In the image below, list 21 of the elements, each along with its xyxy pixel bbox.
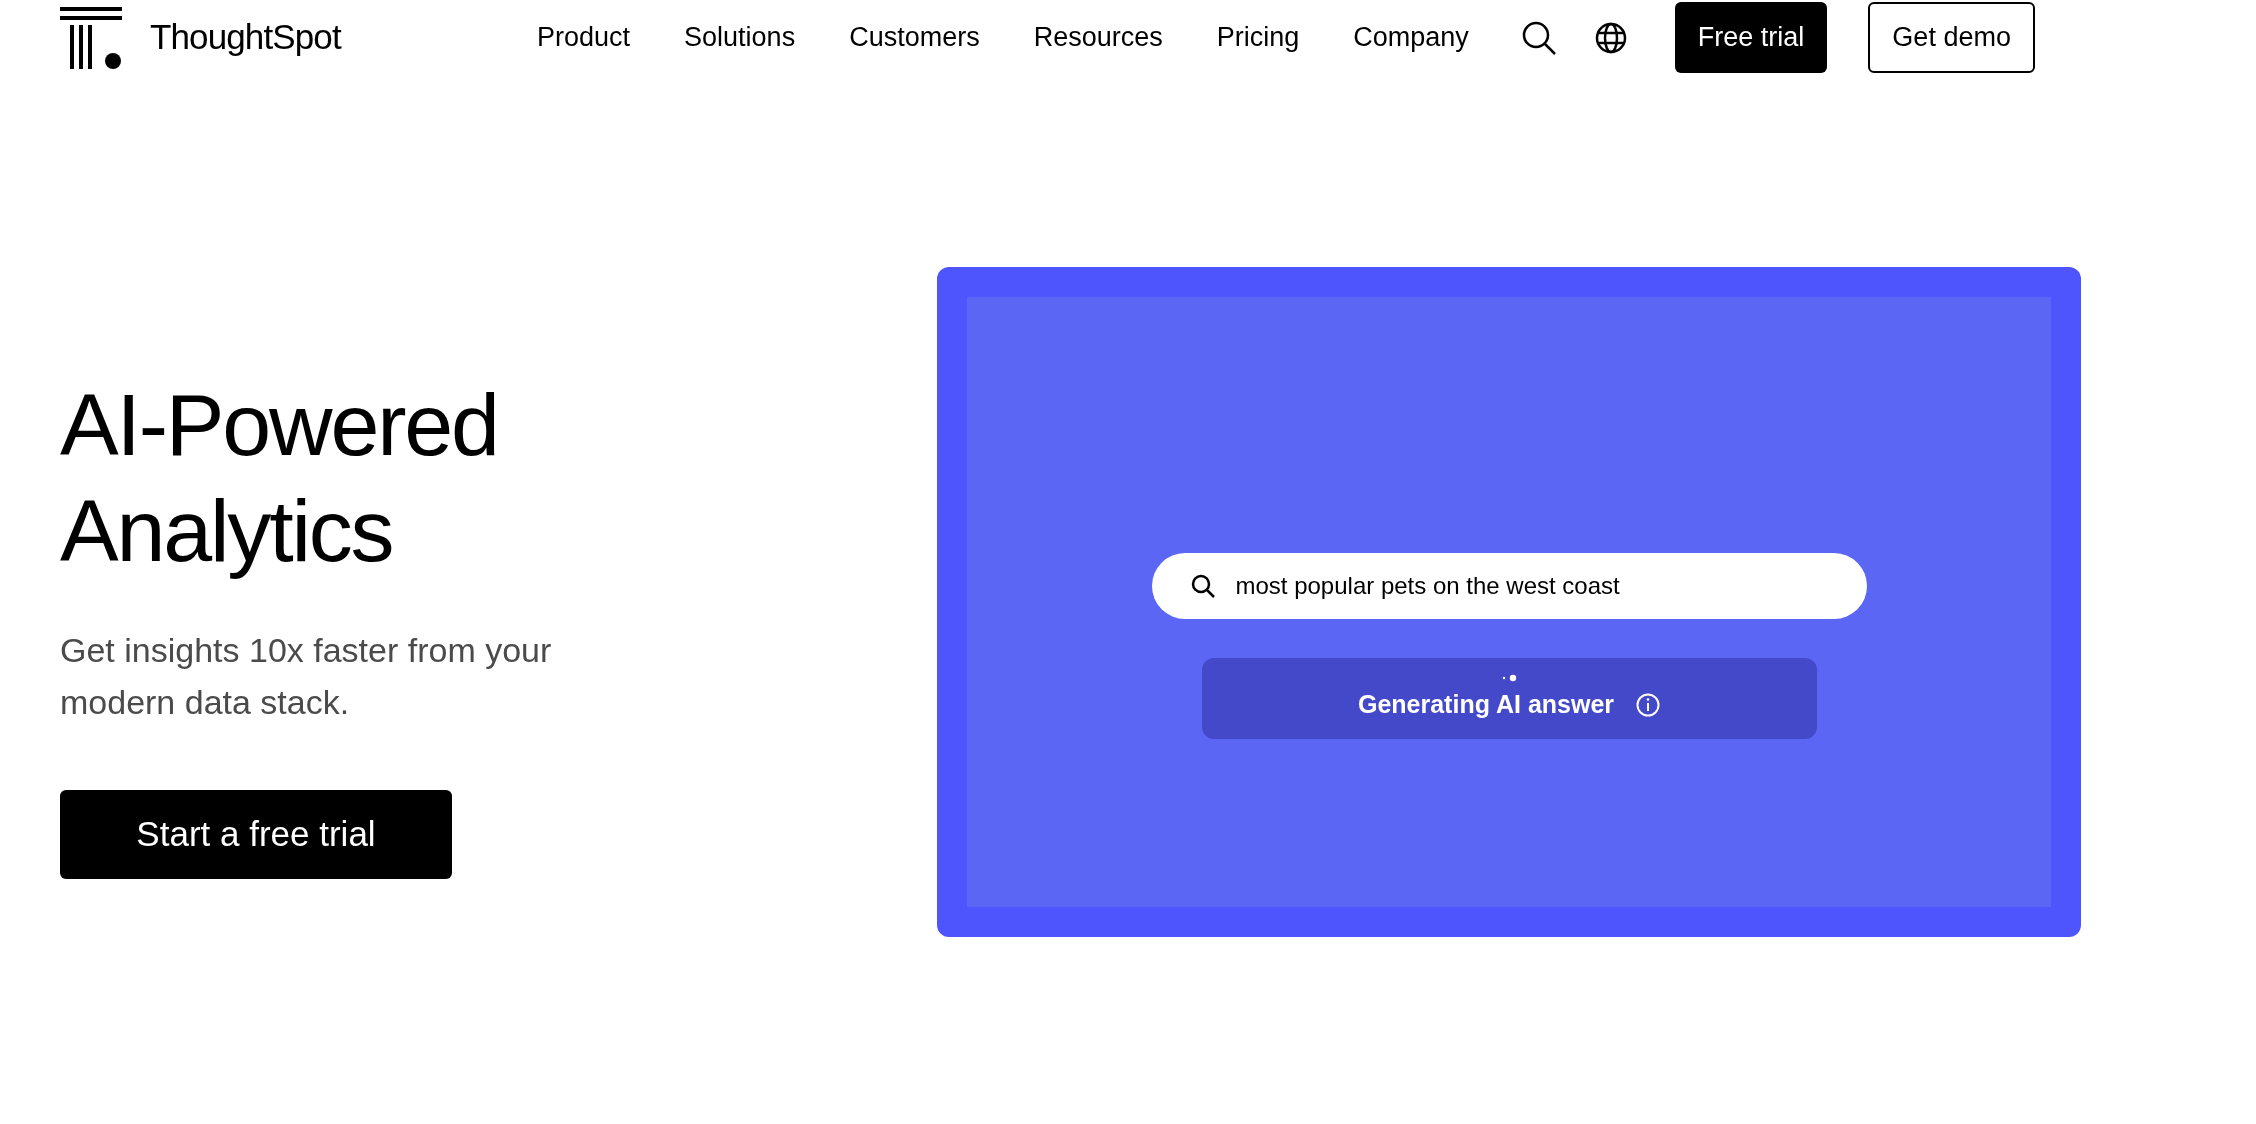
brand-name[interactable]: ThoughtSpot xyxy=(150,11,341,64)
nav-link[interactable]: Pricing xyxy=(1216,17,1300,58)
nav-link[interactable]: Company xyxy=(1353,17,1469,58)
globe-icon[interactable] xyxy=(1594,21,1627,54)
logo-icon[interactable] xyxy=(60,6,122,69)
hero-title: AI-Powered Analytics xyxy=(60,374,499,582)
search-icon xyxy=(1189,573,1216,599)
start-trial-button[interactable]: Start a free trial xyxy=(60,790,452,879)
nav-link[interactable]: Customers xyxy=(849,17,980,58)
free-trial-button[interactable]: Free trial xyxy=(1674,2,1828,73)
loading-dots-icon xyxy=(1501,673,1517,682)
nav-link[interactable]: Product xyxy=(537,17,631,58)
nav-link[interactable]: Resources xyxy=(1033,17,1163,58)
nav-link[interactable]: Solutions xyxy=(684,17,796,58)
query-search-field[interactable]: most popular pets on the west coast xyxy=(1151,553,1867,619)
search-icon[interactable] xyxy=(1520,19,1557,56)
status-text: Generating AI answer xyxy=(1357,688,1615,720)
query-text: most popular pets on the west coast xyxy=(1235,571,1620,601)
hero-subtitle: Get insights 10x faster from your modern data stack. xyxy=(60,630,553,723)
info-icon[interactable] xyxy=(1636,692,1661,717)
get-demo-button[interactable]: Get demo xyxy=(1868,2,2035,73)
